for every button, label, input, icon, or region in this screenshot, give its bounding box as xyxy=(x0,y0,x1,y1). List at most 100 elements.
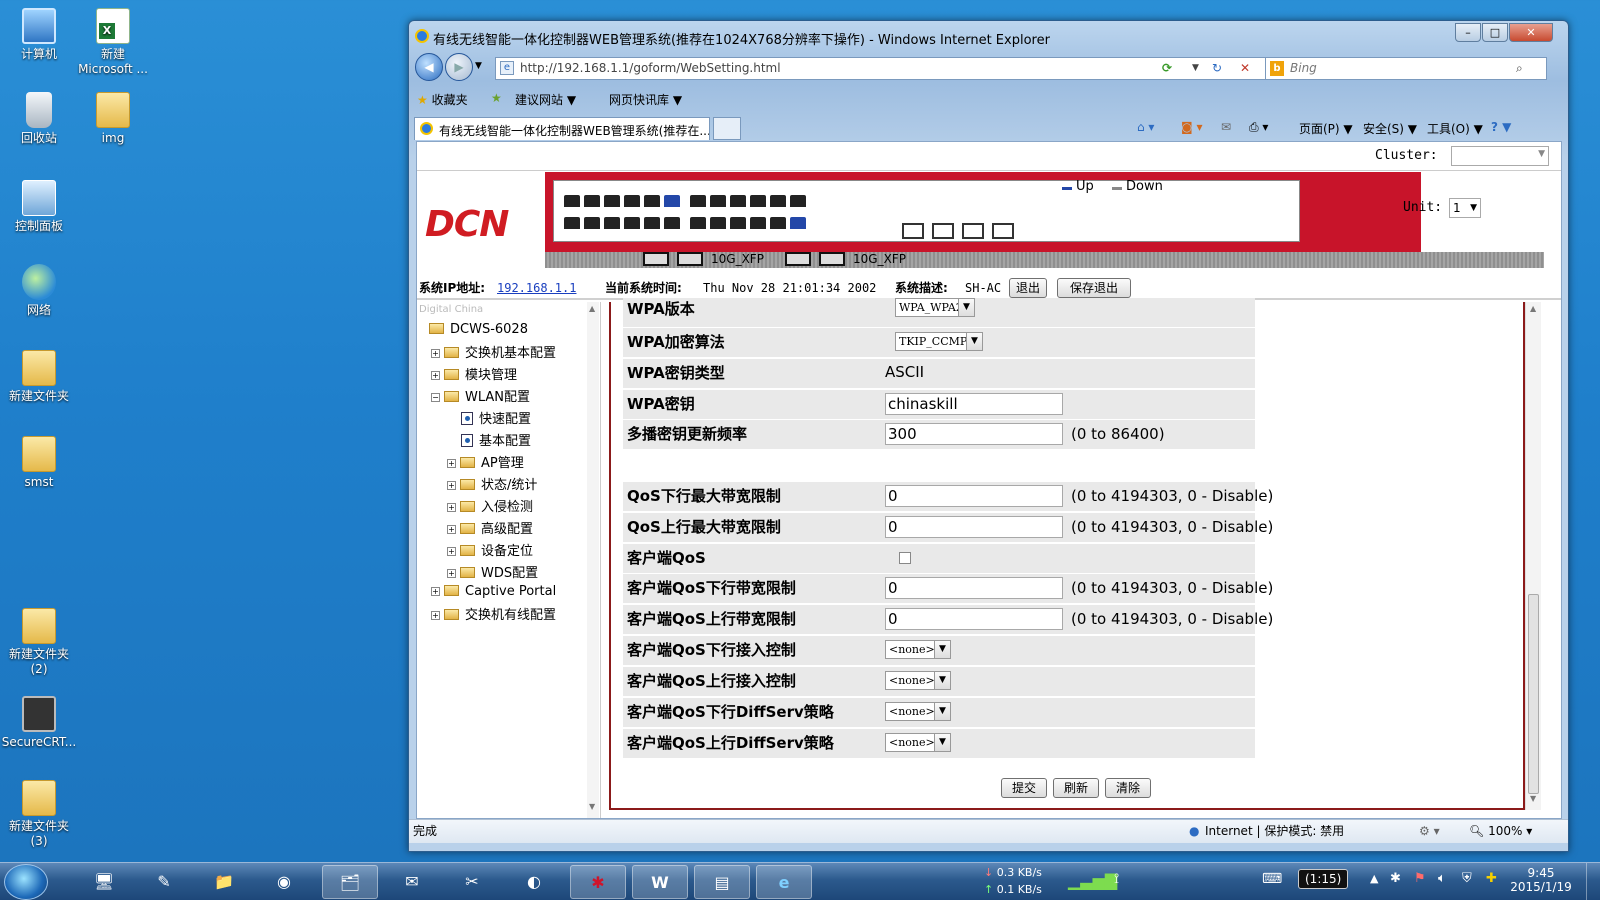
address-dropdown-icon[interactable]: ▼ xyxy=(1192,58,1199,79)
stop-icon[interactable]: ✕ xyxy=(1240,58,1250,79)
desktop-icon-smst[interactable]: smst xyxy=(0,436,78,490)
client-qos-down-diffserv-select[interactable]: <none> ▼ xyxy=(885,702,951,721)
update-icon[interactable]: ✚ xyxy=(1486,871,1497,886)
save-logout-button[interactable]: 保存退出 xyxy=(1057,278,1131,298)
volume-icon[interactable]: 🔈︎ xyxy=(1438,871,1446,886)
xfp-port[interactable] xyxy=(643,252,669,266)
taskbar-app-color[interactable]: ◐ xyxy=(506,865,562,899)
recent-pages-dropdown-icon[interactable]: ▼ xyxy=(475,61,482,71)
ethernet-port[interactable] xyxy=(624,195,640,207)
security-icon[interactable]: ⛨ xyxy=(1462,871,1472,886)
ip-link[interactable]: 192.168.1.1 xyxy=(497,276,576,300)
keyboard-icon[interactable]: ⌨ xyxy=(1262,871,1282,887)
tree-item-basic-config[interactable]: 基本配置 xyxy=(461,430,531,449)
forward-button[interactable]: ▶ xyxy=(445,53,473,81)
feeds-icon[interactable]: ◙ ▾ xyxy=(1181,120,1202,134)
unit-select[interactable]: 1 ▼ xyxy=(1449,198,1481,218)
tree-item-device-locate[interactable]: + 设备定位 xyxy=(447,540,533,559)
desktop-icon-new-folder[interactable]: 新建文件夹 xyxy=(0,350,78,404)
taskbar-app-computer[interactable]: 🖥 xyxy=(76,865,132,899)
scroll-thumb[interactable] xyxy=(1528,594,1539,794)
home-icon[interactable]: ⌂ ▾ xyxy=(1137,120,1154,134)
protected-mode-icon[interactable]: ⚙ ▾ xyxy=(1419,820,1440,842)
scroll-down-icon[interactable]: ▼ xyxy=(1530,794,1536,803)
taskbar-app-ie[interactable]: e xyxy=(756,865,812,899)
ethernet-port[interactable] xyxy=(770,217,786,229)
compat-view-icon[interactable]: ⟳ xyxy=(1162,58,1172,79)
client-qos-up-input[interactable]: 0 xyxy=(885,608,1063,630)
tree-scrollbar[interactable]: ▲ ▼ xyxy=(587,302,599,818)
suggested-sites[interactable]: 建议网站 ▼ xyxy=(515,91,576,108)
refresh-icon[interactable]: ↻ xyxy=(1212,58,1222,79)
desktop-icon-network[interactable]: 网络 xyxy=(0,264,78,318)
tree-item-captive-portal[interactable]: + Captive Portal xyxy=(431,584,556,599)
client-qos-up-diffserv-select[interactable]: <none> ▼ xyxy=(885,733,951,752)
desktop-icon-securecrt[interactable]: SecureCRT... xyxy=(0,696,78,750)
wpa-version-select[interactable]: WPA_WPA2 ▼ xyxy=(895,298,975,317)
taskbar-app-red[interactable]: ✱ xyxy=(570,865,626,899)
tree-item-intrusion[interactable]: + 入侵检测 xyxy=(447,496,533,515)
minimize-button[interactable]: – xyxy=(1455,23,1481,42)
qos-up-max-input[interactable]: 0 xyxy=(885,516,1063,538)
signal-icon[interactable]: ▁▃▅▇ xyxy=(1068,871,1117,890)
back-button[interactable]: ◀ xyxy=(415,53,443,81)
print-icon[interactable]: ⎙ ▾ xyxy=(1249,120,1268,135)
tree-item-quick-config[interactable]: 快速配置 xyxy=(461,408,531,427)
clock[interactable]: 9:45 2015/1/19 xyxy=(1510,866,1572,894)
taskbar-app-outlook[interactable]: ✉ xyxy=(384,865,440,899)
ethernet-port[interactable] xyxy=(750,195,766,207)
ethernet-port[interactable] xyxy=(584,217,600,229)
ethernet-port[interactable] xyxy=(624,217,640,229)
sfp-port[interactable] xyxy=(932,223,954,239)
start-button[interactable] xyxy=(4,864,48,900)
client-qos-checkbox[interactable] xyxy=(899,552,911,564)
xfp-port[interactable] xyxy=(785,252,811,266)
tools-menu[interactable]: 工具(O) ▼ xyxy=(1427,120,1483,137)
clear-button[interactable]: 清除 xyxy=(1105,778,1151,798)
network-status-icon[interactable]: ⚑ xyxy=(1414,871,1426,886)
tree-item-status-stats[interactable]: + 状态/统计 xyxy=(447,474,537,493)
page-menu[interactable]: 页面(P) ▼ xyxy=(1299,120,1353,137)
taskbar-app-word[interactable]: W xyxy=(632,865,688,899)
search-icon[interactable]: ⌕ xyxy=(1516,58,1523,79)
ethernet-port[interactable] xyxy=(690,195,706,207)
ethernet-port[interactable] xyxy=(644,195,660,207)
tree-item-ap-mgmt[interactable]: + AP管理 xyxy=(447,452,524,471)
taskbar-app-explorer[interactable]: 🗂 xyxy=(322,865,378,899)
ethernet-port[interactable] xyxy=(604,217,620,229)
ethernet-port[interactable] xyxy=(790,217,806,229)
ethernet-port[interactable] xyxy=(750,217,766,229)
rekey-input[interactable]: 300 xyxy=(885,423,1063,445)
show-desktop-button[interactable] xyxy=(1586,863,1598,900)
xfp-port[interactable] xyxy=(819,252,845,266)
ethernet-port[interactable] xyxy=(690,217,706,229)
ethernet-port[interactable] xyxy=(644,217,660,229)
qos-down-max-input[interactable]: 0 xyxy=(885,485,1063,507)
battery-indicator[interactable]: (1:15) xyxy=(1298,869,1349,889)
cluster-select[interactable]: ▼ xyxy=(1451,146,1549,166)
ethernet-port[interactable] xyxy=(730,217,746,229)
ethernet-port[interactable] xyxy=(564,195,580,207)
tree-item-wds[interactable]: + WDS配置 xyxy=(447,562,538,581)
ethernet-port[interactable] xyxy=(584,195,600,207)
address-bar[interactable]: e http://192.168.1.1/goform/WebSetting.h… xyxy=(495,57,1267,80)
form-scrollbar[interactable]: ▲ ▼ xyxy=(1525,302,1541,810)
sfp-port[interactable] xyxy=(902,223,924,239)
wpa-cipher-select[interactable]: TKIP_CCMP ▼ xyxy=(895,332,983,351)
desktop-icon-control-panel[interactable]: 控制面板 xyxy=(0,180,78,234)
tree-item-switch-wired[interactable]: + 交换机有线配置 xyxy=(431,604,556,623)
desktop-icon-new-folder-2[interactable]: 新建文件夹 (2) xyxy=(0,608,78,677)
sfp-port[interactable] xyxy=(962,223,984,239)
desktop-icon-recycle-bin[interactable]: 回收站 xyxy=(0,92,78,146)
ethernet-port[interactable] xyxy=(664,195,680,207)
new-tab-button[interactable] xyxy=(713,117,741,140)
tree-item-wlan-config[interactable]: − WLAN配置 xyxy=(431,386,530,405)
taskbar-app-tools[interactable]: ✎ xyxy=(136,865,192,899)
ethernet-port[interactable] xyxy=(770,195,786,207)
xfp-port[interactable] xyxy=(677,252,703,266)
read-mail-icon[interactable]: ✉ xyxy=(1221,120,1231,134)
bluetooth-icon[interactable]: ✱ xyxy=(1390,871,1401,886)
show-hidden-icons[interactable]: ▲ xyxy=(1370,872,1378,885)
tree-item-switch-basic[interactable]: + 交换机基本配置 xyxy=(431,342,556,361)
logout-button[interactable]: 退出 xyxy=(1009,278,1047,298)
